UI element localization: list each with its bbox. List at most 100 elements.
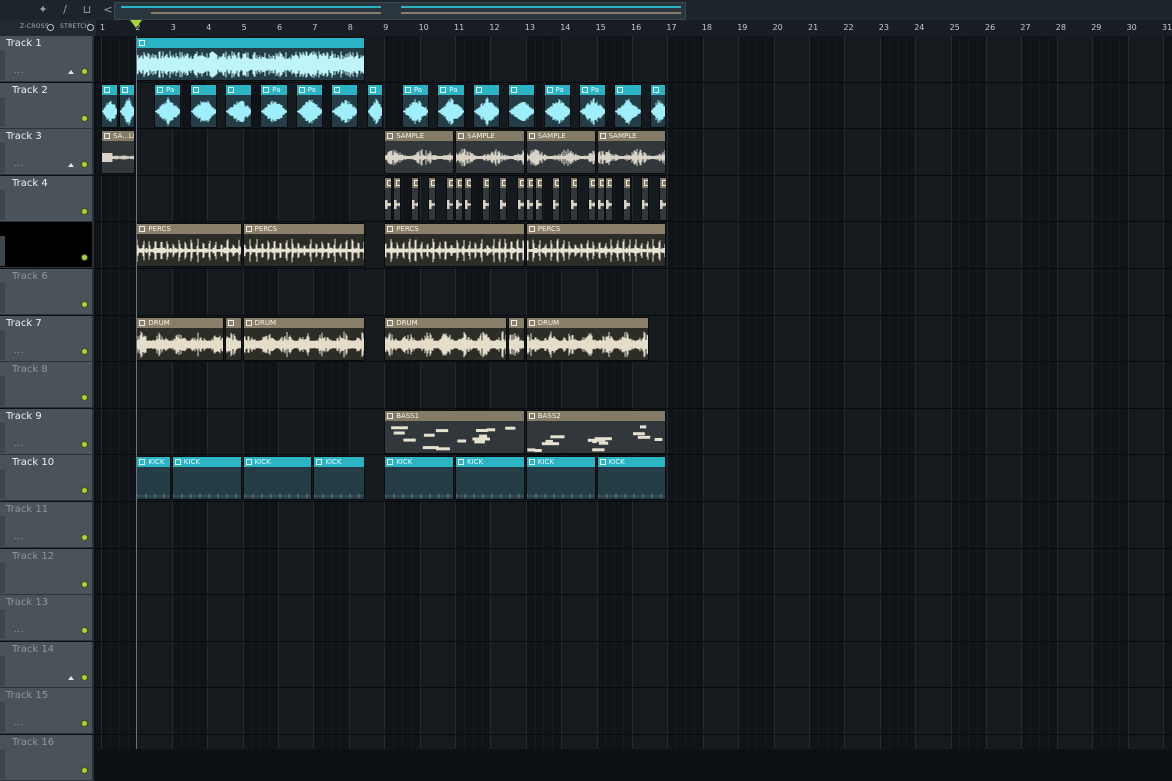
clip-menu-icon[interactable] bbox=[661, 179, 666, 186]
playlist-clip[interactable]: Pa bbox=[543, 83, 571, 128]
playlist-clip[interactable]: Pa bbox=[437, 83, 465, 128]
playlist-clip[interactable]: KICK bbox=[242, 456, 313, 501]
clip-menu-icon[interactable] bbox=[555, 179, 560, 186]
playlist-clip[interactable]: Pa bbox=[154, 83, 182, 128]
clip-menu-icon[interactable] bbox=[599, 459, 606, 466]
clip-menu-icon[interactable] bbox=[387, 412, 394, 419]
clip-menu-icon[interactable] bbox=[458, 459, 464, 466]
playlist-clip[interactable]: KICK bbox=[171, 456, 242, 501]
playlist-clip[interactable] bbox=[446, 176, 455, 221]
clip-menu-icon[interactable] bbox=[121, 86, 128, 93]
clip-menu-icon[interactable] bbox=[599, 133, 606, 140]
track-enable-led-icon[interactable] bbox=[81, 440, 88, 448]
track-more-icon[interactable]: ... bbox=[14, 66, 25, 75]
playlist-clip[interactable] bbox=[481, 176, 490, 221]
playlist-clip[interactable] bbox=[587, 176, 596, 221]
playlist-clip[interactable] bbox=[366, 83, 384, 128]
clip-menu-icon[interactable] bbox=[528, 412, 535, 419]
clip-menu-icon[interactable] bbox=[334, 86, 341, 93]
track-resize-grip[interactable] bbox=[0, 749, 5, 779]
track-header[interactable]: Track 6 bbox=[0, 269, 94, 315]
track-header[interactable]: Track 16 bbox=[0, 735, 94, 781]
clip-menu-icon[interactable] bbox=[466, 179, 471, 186]
clip-menu-icon[interactable] bbox=[387, 133, 394, 140]
playlist-clip[interactable] bbox=[189, 83, 217, 128]
track-enable-led-icon[interactable] bbox=[81, 394, 88, 402]
track-enable-led-icon[interactable] bbox=[81, 720, 88, 728]
clip-menu-icon[interactable] bbox=[139, 226, 146, 233]
clip-menu-icon[interactable] bbox=[652, 86, 659, 93]
track-resize-grip[interactable] bbox=[0, 609, 5, 640]
playlist-clip[interactable] bbox=[508, 316, 525, 361]
clip-menu-icon[interactable] bbox=[502, 179, 507, 186]
playhead-marker[interactable] bbox=[130, 20, 143, 28]
playlist-clip[interactable] bbox=[570, 176, 578, 221]
track-resize-grip[interactable] bbox=[0, 329, 5, 360]
playlist-clip[interactable]: DRUM bbox=[525, 316, 649, 361]
playlist-clip[interactable] bbox=[393, 176, 402, 221]
clip-menu-icon[interactable] bbox=[431, 179, 436, 186]
zcross-radio[interactable] bbox=[47, 24, 54, 31]
clip-menu-icon[interactable] bbox=[316, 459, 323, 466]
playlist-clip[interactable]: Pa bbox=[401, 83, 430, 128]
playlist-clip[interactable] bbox=[472, 83, 500, 128]
playlist-clip[interactable] bbox=[614, 83, 642, 128]
track-header[interactable]: Track 7... bbox=[0, 315, 94, 362]
playlist-clip[interactable] bbox=[463, 176, 472, 221]
clip-menu-icon[interactable] bbox=[139, 319, 146, 326]
track-header[interactable]: Track 12 bbox=[0, 548, 94, 595]
playlist-clip[interactable] bbox=[384, 176, 393, 221]
track-header[interactable]: Track 13... bbox=[0, 595, 94, 642]
clip-menu-icon[interactable] bbox=[511, 319, 518, 326]
clip-menu-icon[interactable] bbox=[581, 86, 588, 93]
track-resize-grip[interactable] bbox=[0, 96, 5, 127]
playlist-clip[interactable]: PERCS bbox=[136, 223, 242, 268]
track-header[interactable]: Track 9... bbox=[0, 408, 94, 455]
playlist-clip[interactable] bbox=[658, 176, 667, 221]
track-more-icon[interactable]: ... bbox=[14, 625, 25, 634]
playlist-clip[interactable] bbox=[410, 176, 419, 221]
playlist-clip[interactable]: DRUM bbox=[242, 316, 366, 361]
track-more-icon[interactable]: ... bbox=[14, 159, 25, 168]
clip-menu-icon[interactable] bbox=[387, 179, 392, 186]
playlist-clip[interactable]: SAMPLE bbox=[455, 130, 525, 175]
track-enable-led-icon[interactable] bbox=[81, 114, 88, 122]
playlist-clip[interactable]: PERCS bbox=[384, 223, 525, 268]
playlist-clip[interactable]: KICK bbox=[136, 456, 171, 501]
playlist-clip[interactable] bbox=[534, 176, 543, 221]
paint-icon[interactable]: ⊔ bbox=[79, 3, 95, 17]
track-more-icon[interactable]: ... bbox=[14, 718, 25, 727]
clip-menu-icon[interactable] bbox=[227, 86, 234, 93]
clip-menu-icon[interactable] bbox=[573, 179, 577, 186]
track-resize-grip[interactable] bbox=[0, 376, 5, 407]
playlist-clip[interactable] bbox=[516, 176, 525, 221]
playlist-clip[interactable] bbox=[101, 83, 118, 128]
clip-menu-icon[interactable] bbox=[511, 86, 518, 93]
playlist-clip[interactable]: DRUM bbox=[384, 316, 508, 361]
track-resize-grip[interactable] bbox=[0, 189, 5, 220]
playlist-clip[interactable]: KICK bbox=[313, 456, 366, 501]
clip-menu-icon[interactable] bbox=[369, 86, 376, 93]
slice-icon[interactable]: ∕ bbox=[57, 3, 73, 17]
clip-menu-icon[interactable] bbox=[528, 226, 535, 233]
wave-icon[interactable]: ✦ bbox=[35, 3, 51, 17]
playlist-clip[interactable] bbox=[428, 176, 437, 221]
track-enable-led-icon[interactable] bbox=[81, 767, 88, 774]
track-header[interactable]: Track 1... bbox=[0, 36, 94, 82]
stretch-radio[interactable] bbox=[87, 24, 94, 31]
track-header[interactable]: Track 3... bbox=[0, 129, 94, 176]
track-enable-led-icon[interactable] bbox=[81, 301, 88, 308]
playlist-clip[interactable]: PERCS bbox=[525, 223, 667, 268]
track-header[interactable]: Track 2 bbox=[0, 82, 94, 129]
playlist-clip[interactable] bbox=[331, 83, 359, 128]
track-header[interactable]: Track 11... bbox=[0, 502, 94, 548]
playlist-clip[interactable]: PERCS bbox=[242, 223, 366, 268]
clip-menu-icon[interactable] bbox=[387, 319, 394, 326]
timeline-ruler[interactable]: 1 2 3 4 5 6 7 8 9 10 11 12 13 14 15 16 17 18 19 20 21 22 23 24 2… bbox=[96, 20, 1172, 37]
clip-menu-icon[interactable] bbox=[227, 319, 234, 326]
clip-menu-icon[interactable] bbox=[643, 179, 648, 186]
clip-menu-icon[interactable] bbox=[528, 459, 535, 466]
clip-menu-icon[interactable] bbox=[537, 179, 542, 186]
clip-menu-icon[interactable] bbox=[528, 319, 535, 326]
track-enable-led-icon[interactable] bbox=[81, 68, 88, 75]
